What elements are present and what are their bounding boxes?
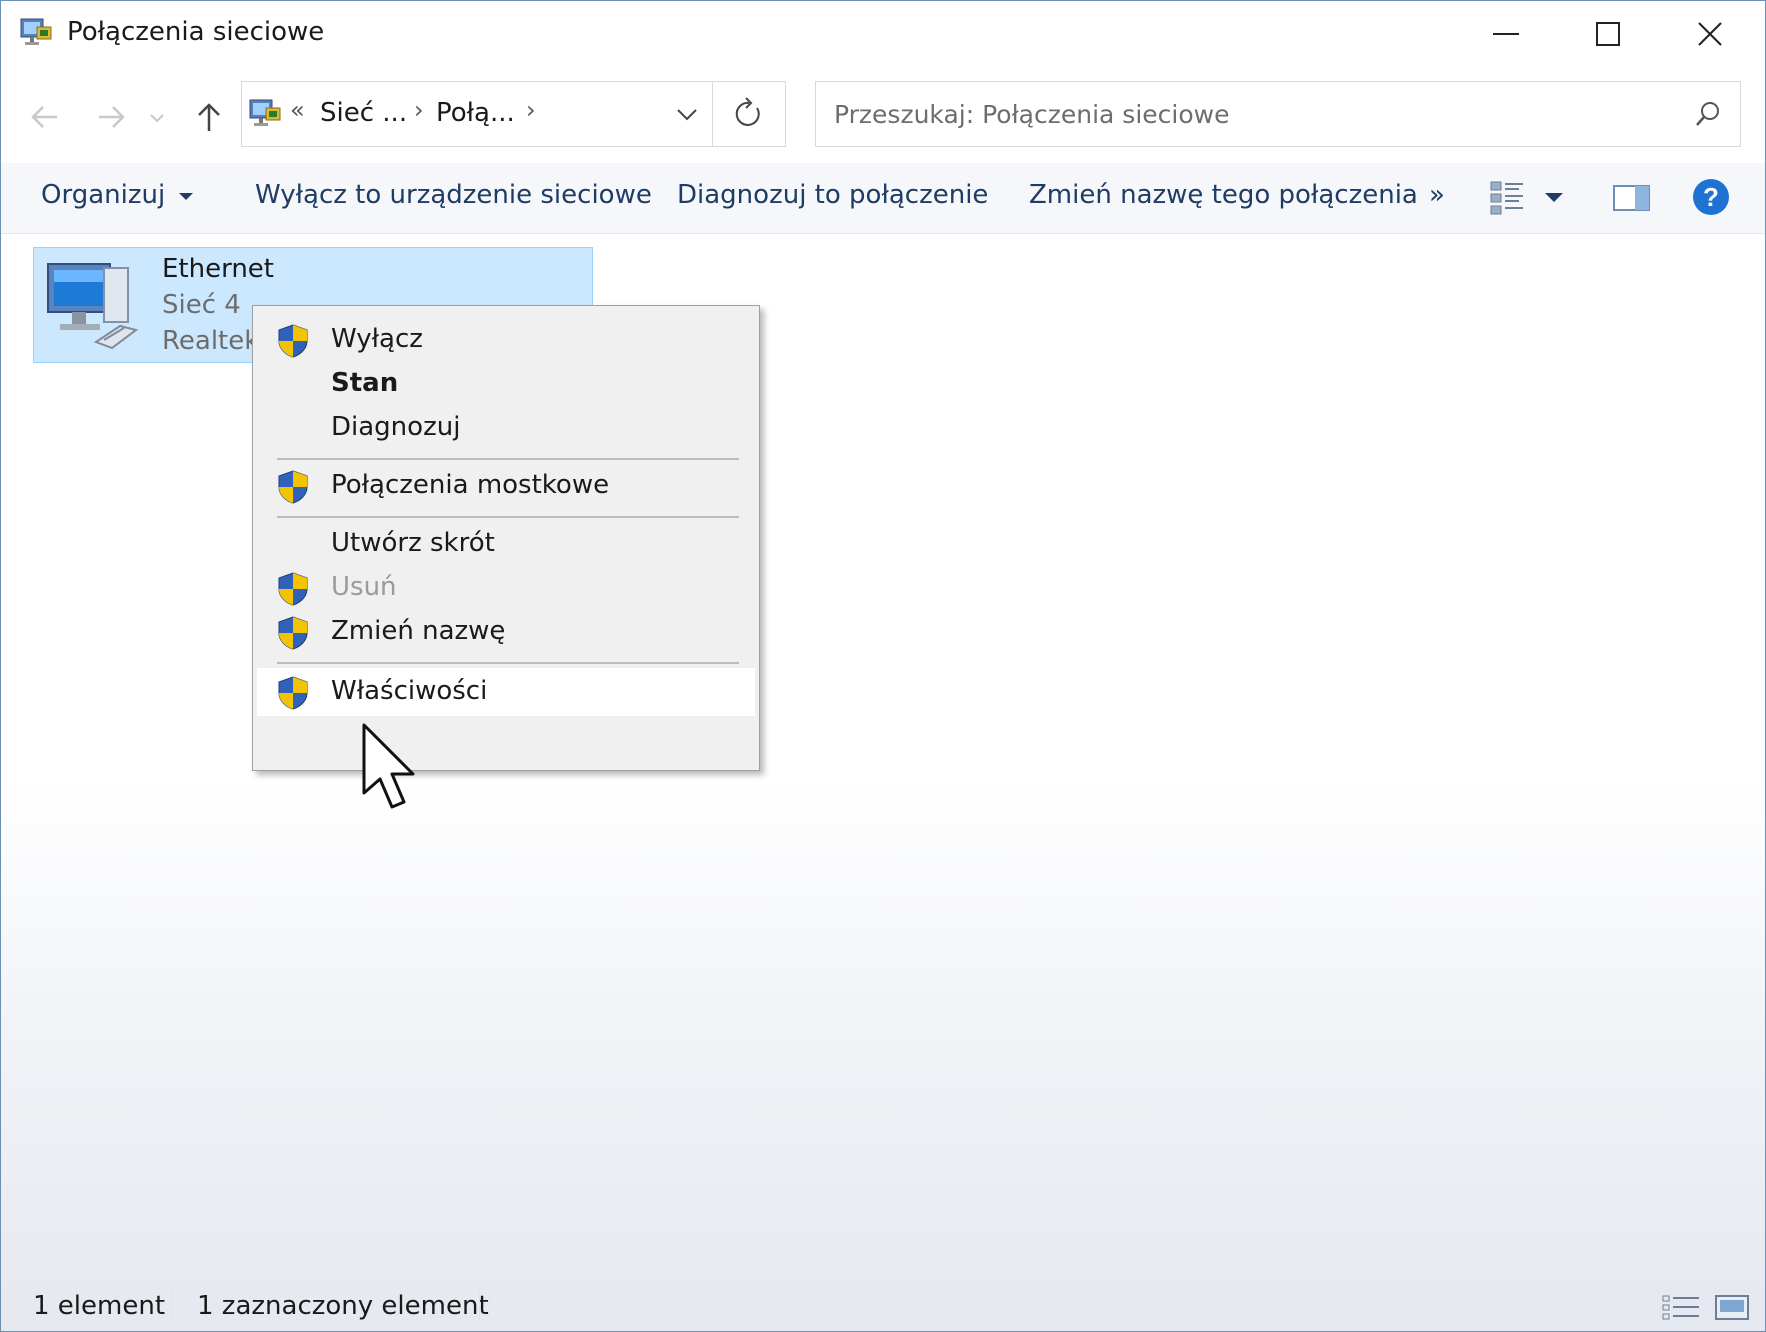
- more-commands-button[interactable]: »: [1429, 180, 1445, 210]
- large-icons-view-icon[interactable]: [1713, 1293, 1753, 1323]
- diagnose-connection-button[interactable]: Diagnozuj to połączenie: [677, 180, 988, 210]
- maximize-button[interactable]: [1557, 1, 1659, 67]
- close-button[interactable]: [1659, 1, 1761, 67]
- menu-item-status[interactable]: Stan: [257, 360, 755, 408]
- menu-item-label: Wyłącz: [331, 324, 423, 354]
- minimize-icon: [1493, 33, 1519, 35]
- menu-item-rename[interactable]: Zmień nazwę: [257, 608, 755, 656]
- uac-shield-icon: [278, 676, 308, 710]
- arrow-up-icon[interactable]: [185, 93, 233, 141]
- organize-menu-button[interactable]: Organizuj: [41, 180, 194, 210]
- refresh-icon: [735, 97, 760, 126]
- menu-item-diagnose[interactable]: Diagnozuj: [257, 404, 755, 452]
- search-box[interactable]: Przeszukaj: Połączenia sieciowe: [815, 81, 1741, 147]
- selected-count: 1 zaznaczony element: [197, 1291, 489, 1321]
- menu-item-label: Właściwości: [331, 676, 488, 706]
- network-folder-icon: [249, 99, 281, 126]
- uac-shield-icon: [278, 616, 308, 650]
- organize-label: Organizuj: [41, 180, 166, 210]
- mouse-pointer-icon: [362, 723, 415, 809]
- title-bar: Połączenia sieciowe: [1, 1, 1765, 67]
- details-view-icon[interactable]: [1661, 1293, 1701, 1323]
- preview-pane-icon[interactable]: [1613, 183, 1651, 213]
- change-view-icon[interactable]: [1489, 179, 1529, 217]
- minimize-button[interactable]: [1455, 1, 1557, 67]
- breadcrumb-item-network[interactable]: Sieć ...: [320, 98, 407, 128]
- menu-item-disable[interactable]: Wyłącz: [257, 316, 755, 364]
- ethernet-adapter-icon: [47, 263, 139, 350]
- search-placeholder[interactable]: Przeszukaj: Połączenia sieciowe: [834, 100, 1229, 129]
- network-connections-icon: [20, 18, 52, 45]
- network-connections-window: Połączenia sieciowe « Sieć ... › Połą...…: [0, 0, 1766, 1332]
- uac-shield-icon: [278, 324, 308, 358]
- connection-name: Ethernet: [162, 254, 274, 284]
- menu-item-label: Usuń: [331, 572, 397, 602]
- rename-connection-button[interactable]: Zmień nazwę tego połączenia: [1029, 180, 1418, 210]
- breadcrumb-separator[interactable]: ›: [526, 96, 536, 124]
- dropdown-arrow-icon: [179, 192, 194, 200]
- svg-text:?: ?: [1703, 182, 1719, 212]
- maximize-icon: [1596, 22, 1620, 46]
- menu-item-properties[interactable]: Właściwości: [257, 668, 755, 716]
- status-bar: 1 element 1 zaznaczony element: [1, 1283, 1765, 1331]
- context-menu: Wyłącz Stan Diagnozuj Połączenia mostkow…: [252, 305, 760, 771]
- breadcrumb-overflow[interactable]: «: [290, 96, 305, 124]
- navigation-bar: « Sieć ... › Połą... › Przeszukaj: Połąc…: [1, 67, 1765, 163]
- refresh-button[interactable]: [712, 82, 785, 146]
- menu-item-label: Stan: [331, 368, 399, 398]
- disable-device-button[interactable]: Wyłącz to urządzenie sieciowe: [255, 180, 652, 210]
- menu-item-delete[interactable]: Usuń: [257, 564, 755, 612]
- uac-shield-icon: [278, 572, 308, 606]
- breadcrumb-item-connections[interactable]: Połą...: [436, 98, 515, 128]
- connection-network: Sieć 4: [162, 290, 241, 320]
- search-icon[interactable]: [1694, 100, 1722, 128]
- status-divider: [171, 1291, 172, 1323]
- menu-item-label: Diagnozuj: [331, 412, 461, 442]
- arrow-right-icon[interactable]: [87, 93, 135, 141]
- status-divider: [479, 1291, 480, 1323]
- connection-adapter: Realtek: [162, 326, 260, 356]
- help-icon[interactable]: ?: [1691, 177, 1731, 217]
- menu-item-label: Utwórz skrót: [331, 528, 495, 558]
- menu-item-label: Połączenia mostkowe: [331, 470, 610, 500]
- item-count: 1 element: [33, 1291, 166, 1321]
- breadcrumb-separator[interactable]: ›: [414, 96, 424, 124]
- menu-item-label: Zmień nazwę: [331, 616, 506, 646]
- command-bar: Organizuj Wyłącz to urządzenie sieciowe …: [1, 163, 1765, 234]
- menu-item-create-shortcut[interactable]: Utwórz skrót: [257, 520, 755, 568]
- view-options-dropdown-icon[interactable]: [1545, 191, 1563, 203]
- menu-item-bridge-connections[interactable]: Połączenia mostkowe: [257, 462, 755, 510]
- menu-separator: [277, 516, 739, 518]
- arrow-left-icon[interactable]: [21, 93, 69, 141]
- menu-separator: [277, 458, 739, 460]
- window-title: Połączenia sieciowe: [67, 17, 325, 47]
- close-icon: [1698, 22, 1722, 46]
- chevron-down-icon[interactable]: [143, 93, 171, 141]
- address-bar[interactable]: « Sieć ... › Połą... ›: [241, 81, 786, 147]
- menu-separator: [277, 662, 739, 664]
- uac-shield-icon: [278, 470, 308, 504]
- address-dropdown-button[interactable]: [662, 82, 712, 146]
- chevron-down-icon: [677, 109, 697, 121]
